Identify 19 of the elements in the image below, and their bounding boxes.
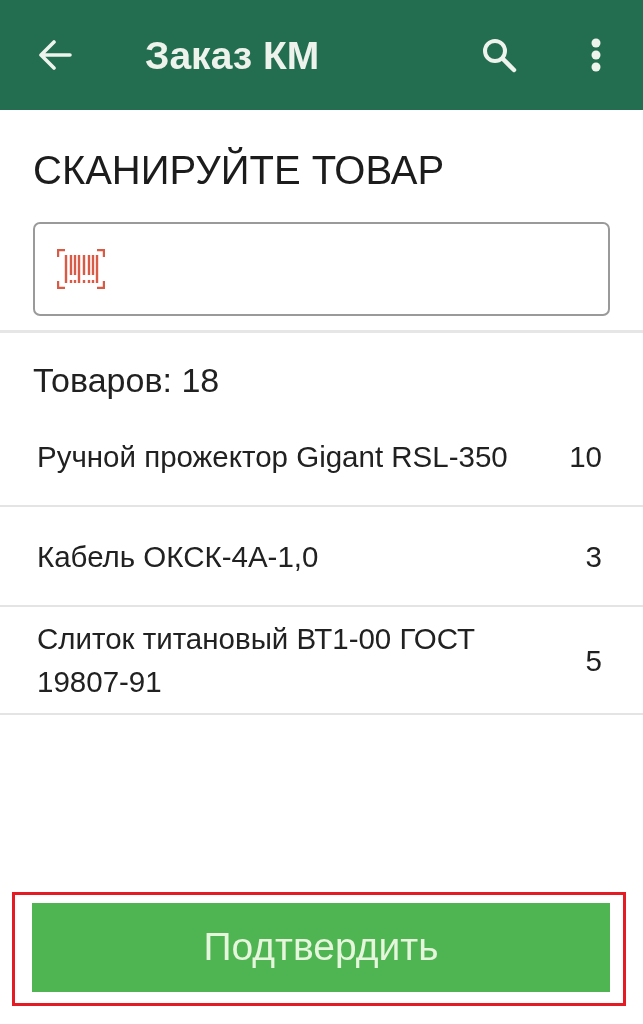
search-icon [481,37,517,73]
search-button[interactable] [481,37,517,73]
item-name: Ручной прожектор Gigant RSL-350 [37,438,509,475]
item-row[interactable]: Слиток титановый ВТ1-00 ГОСТ 19807-91 5 [0,607,643,715]
back-button[interactable] [38,40,72,70]
item-row[interactable]: Кабель ОКСК-4А-1,0 3 [0,507,643,607]
barcode-input-field[interactable] [33,222,610,316]
items-count: Товаров: 18 [33,360,220,400]
more-options-icon [591,38,601,72]
item-quantity: 3 [585,538,602,575]
item-quantity: 10 [569,438,602,475]
item-name: Кабель ОКСК-4А-1,0 [37,538,320,575]
scan-heading: СКАНИРУЙТЕ ТОВАР [33,146,446,194]
menu-button[interactable] [591,38,601,72]
screen-title: Заказ КМ [145,35,321,75]
item-row[interactable]: Ручной прожектор Gigant RSL-350 10 [0,407,643,507]
barcode-scan-icon [57,249,105,289]
item-name: Слиток титановый ВТ1-00 ГОСТ 19807-91 [37,621,477,700]
item-quantity: 5 [585,642,602,679]
